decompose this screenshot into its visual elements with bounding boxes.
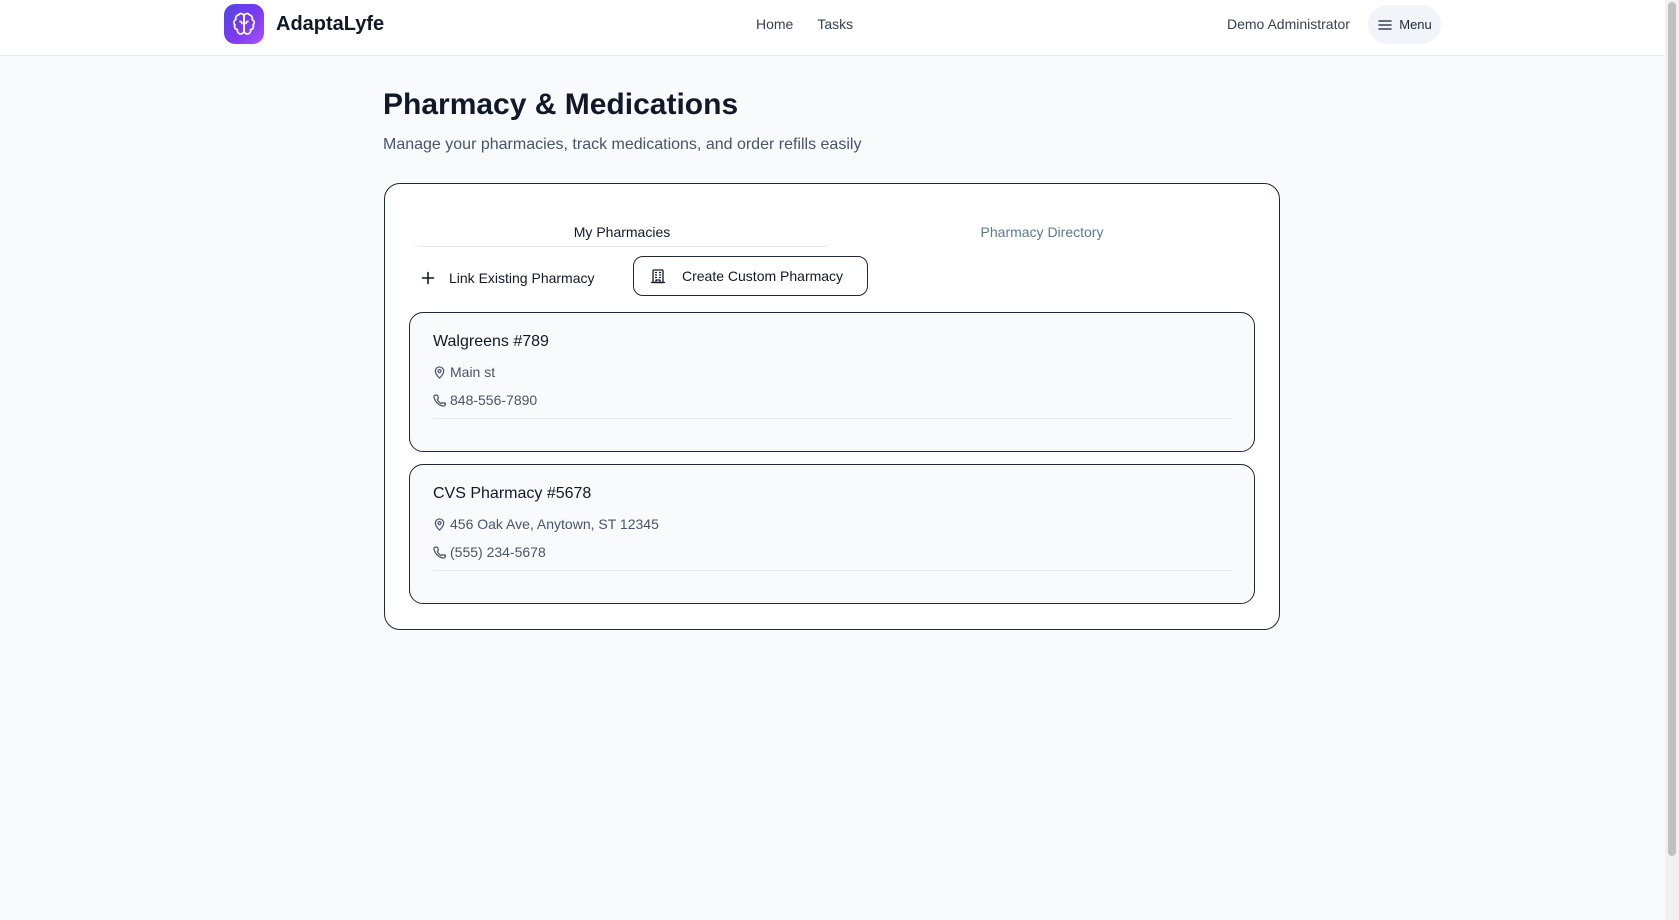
create-custom-pharmacy-label: Create Custom Pharmacy bbox=[682, 268, 844, 284]
pharmacy-name: CVS Pharmacy #5678 bbox=[433, 485, 592, 502]
nav-tasks-link[interactable]: Tasks bbox=[817, 16, 853, 32]
card-divider bbox=[433, 418, 1233, 419]
plus-icon bbox=[421, 271, 435, 285]
pharmacy-phone: (555) 234-5678 bbox=[433, 544, 546, 560]
map-pin-icon bbox=[434, 365, 445, 379]
pharmacy-panel: My Pharmacies Pharmacy Directory Link Ex… bbox=[384, 183, 1280, 630]
brand[interactable]: AdaptaLyfe bbox=[224, 4, 384, 44]
phone-icon bbox=[433, 394, 446, 407]
scrollbar-thumb[interactable] bbox=[1668, 2, 1676, 856]
tab-my-pharmacies[interactable]: My Pharmacies bbox=[412, 217, 832, 247]
main-nav: Home Tasks bbox=[756, 16, 853, 32]
pharmacy-address: Main st bbox=[433, 364, 495, 380]
pharmacy-address-text: Main st bbox=[450, 364, 496, 380]
pharmacy-phone-text: 848-556-7890 bbox=[450, 392, 538, 408]
pharmacy-address: 456 Oak Ave, Anytown, ST 12345 bbox=[433, 516, 659, 532]
pharmacy-phone: 848-556-7890 bbox=[433, 392, 537, 408]
menu-button[interactable]: Menu bbox=[1368, 5, 1441, 44]
pharmacy-address-text: 456 Oak Ave, Anytown, ST 12345 bbox=[450, 516, 659, 532]
menu-label: Menu bbox=[1399, 17, 1432, 32]
card-divider bbox=[433, 570, 1233, 571]
pharmacy-name: Walgreens #789 bbox=[433, 333, 549, 350]
nav-home-link[interactable]: Home bbox=[756, 16, 793, 32]
link-existing-pharmacy-button[interactable]: Link Existing Pharmacy bbox=[421, 258, 595, 298]
pharmacy-card[interactable]: CVS Pharmacy #5678 456 Oak Ave, Anytown,… bbox=[409, 464, 1255, 604]
tab-pharmacy-directory[interactable]: Pharmacy Directory bbox=[832, 217, 1252, 247]
building-icon bbox=[650, 269, 666, 284]
hamburger-icon bbox=[1378, 19, 1392, 30]
pharmacy-card[interactable]: Walgreens #789 Main st 848-556-7890 bbox=[409, 312, 1255, 452]
app-name: AdaptaLyfe bbox=[276, 12, 385, 35]
pharmacy-phone-text: (555) 234-5678 bbox=[450, 544, 546, 560]
top-navigation-bar: AdaptaLyfe Home Tasks Demo Administrator… bbox=[0, 0, 1665, 56]
user-name[interactable]: Demo Administrator bbox=[1227, 16, 1350, 32]
page-subtitle: Manage your pharmacies, track medication… bbox=[383, 136, 862, 153]
brain-icon bbox=[224, 4, 264, 44]
map-pin-icon bbox=[434, 517, 445, 531]
link-existing-pharmacy-label: Link Existing Pharmacy bbox=[449, 270, 595, 286]
create-custom-pharmacy-button[interactable]: Create Custom Pharmacy bbox=[633, 256, 868, 296]
page-title: Pharmacy & Medications bbox=[383, 88, 739, 121]
phone-icon bbox=[433, 546, 446, 559]
